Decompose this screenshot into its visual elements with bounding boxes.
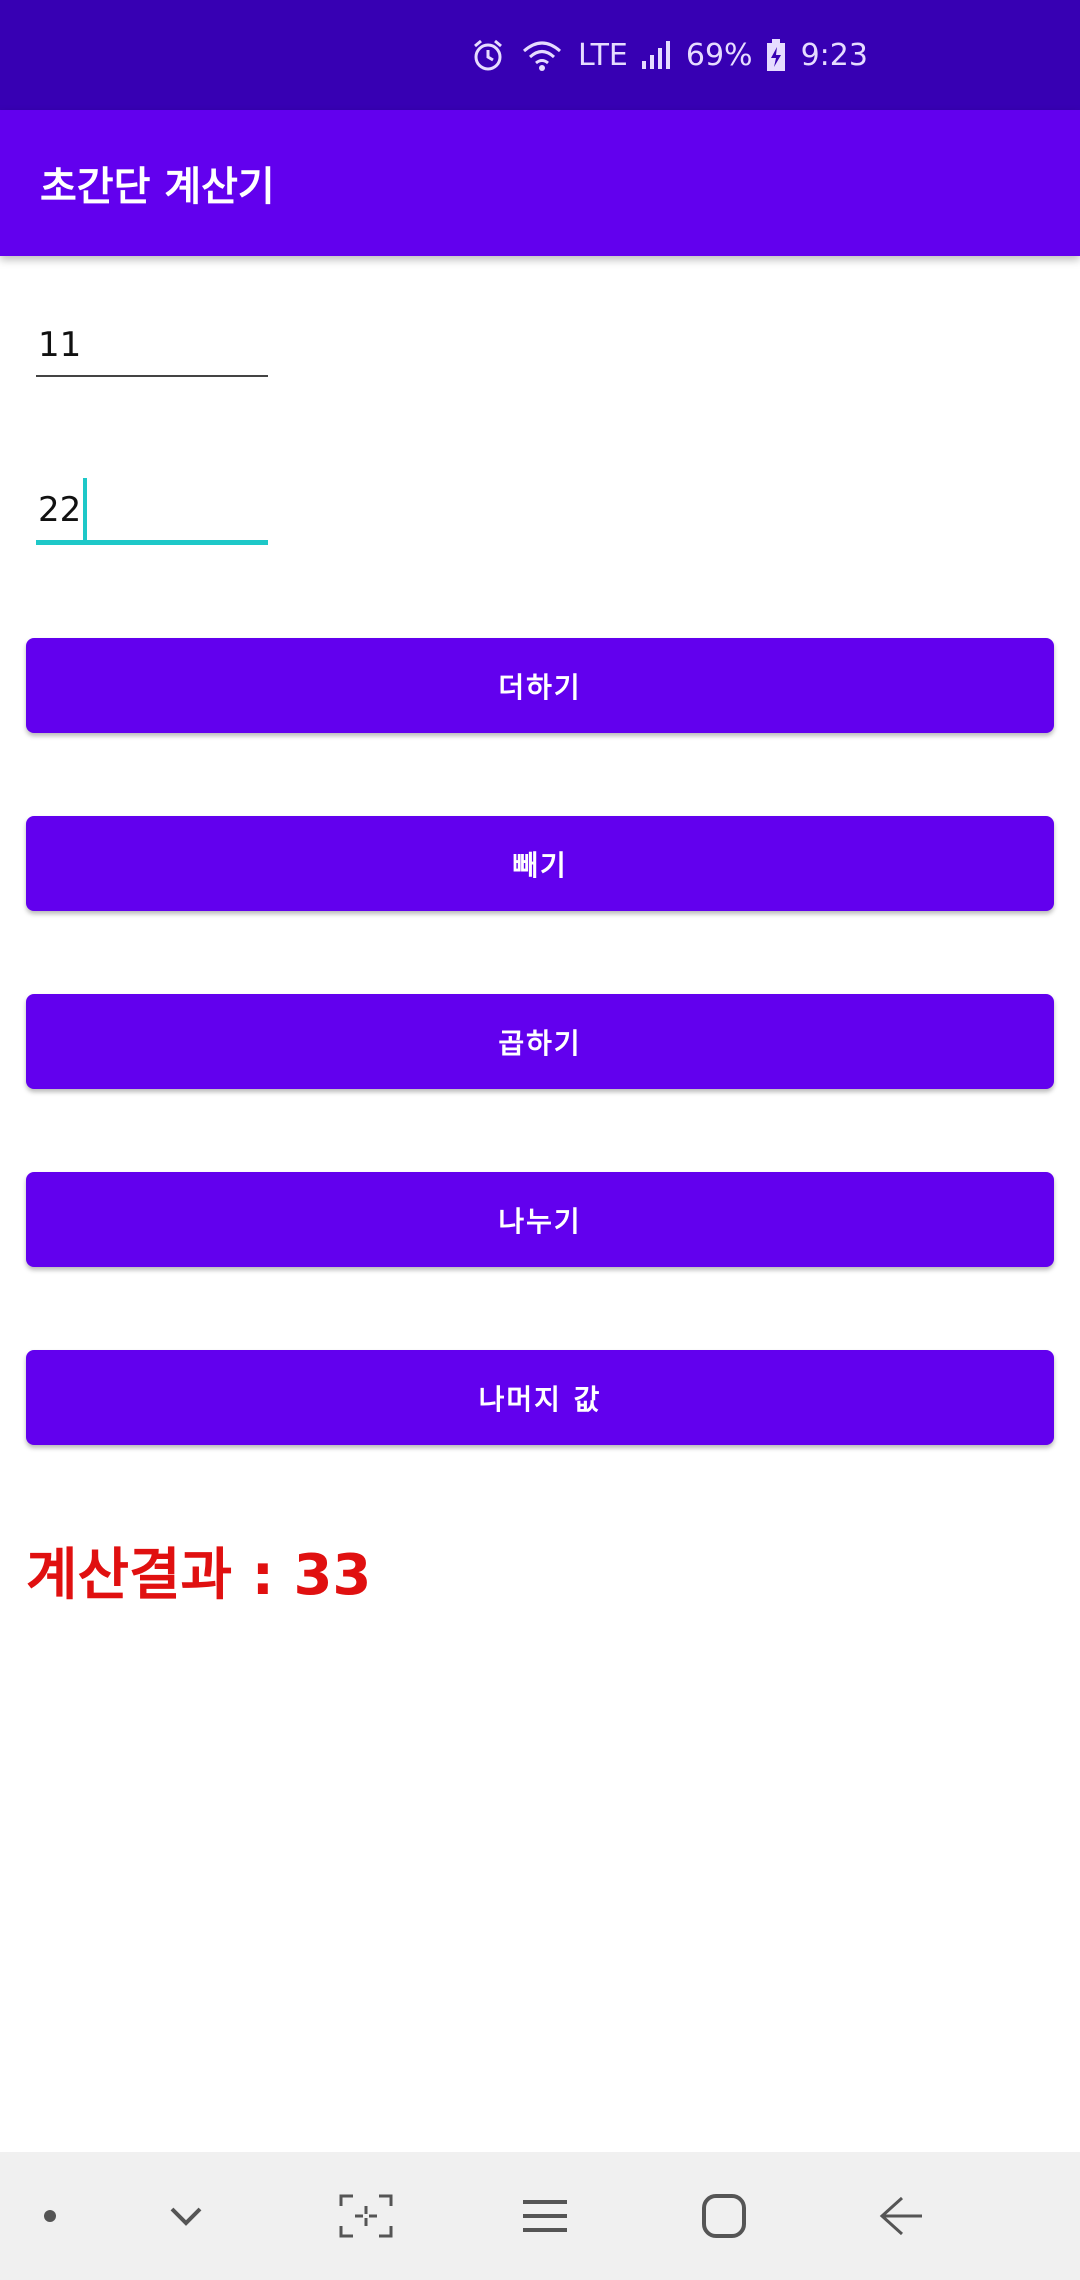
second-number-value: 22 — [38, 490, 82, 530]
navigation-bar — [0, 2152, 1080, 2280]
second-number-underline — [36, 540, 268, 545]
remainder-button[interactable]: 나머지 값 — [26, 1350, 1054, 1445]
home-icon[interactable] — [674, 2152, 774, 2280]
battery-icon — [765, 38, 787, 72]
multiply-button[interactable]: 곱하기 — [26, 994, 1054, 1089]
first-number-field[interactable]: 11 — [36, 315, 268, 377]
second-number-row: 22 — [36, 477, 268, 540]
chevron-down-icon[interactable] — [136, 2152, 236, 2280]
wifi-icon — [520, 37, 564, 73]
status-bar: LTE 69% 9:23 — [0, 0, 1080, 110]
network-type: LTE — [578, 37, 628, 73]
first-number-value: 11 — [38, 325, 82, 365]
recents-icon[interactable] — [495, 2152, 595, 2280]
divide-button[interactable]: 나누기 — [26, 1172, 1054, 1267]
text-cursor — [83, 477, 88, 540]
back-icon[interactable] — [852, 2152, 952, 2280]
alarm-icon — [470, 37, 506, 73]
signal-icon — [640, 39, 672, 71]
dot-icon[interactable] — [0, 2152, 100, 2280]
clock: 9:23 — [800, 37, 868, 73]
app-bar: 초간단 계산기 — [0, 110, 1080, 256]
battery-percent: 69% — [685, 37, 753, 73]
screen: LTE 69% 9:23 초간단 계산기 11 22 더하기 빼기 곱하기 나누… — [0, 0, 1080, 2280]
add-button[interactable]: 더하기 — [26, 638, 1054, 733]
result-text: 계산결과 : 33 — [26, 1543, 372, 1608]
app-title: 초간단 계산기 — [40, 164, 275, 210]
screen-capture-icon[interactable] — [316, 2152, 416, 2280]
subtract-button[interactable]: 빼기 — [26, 816, 1054, 911]
second-number-field[interactable]: 22 — [36, 477, 268, 545]
first-number-underline — [36, 375, 268, 377]
